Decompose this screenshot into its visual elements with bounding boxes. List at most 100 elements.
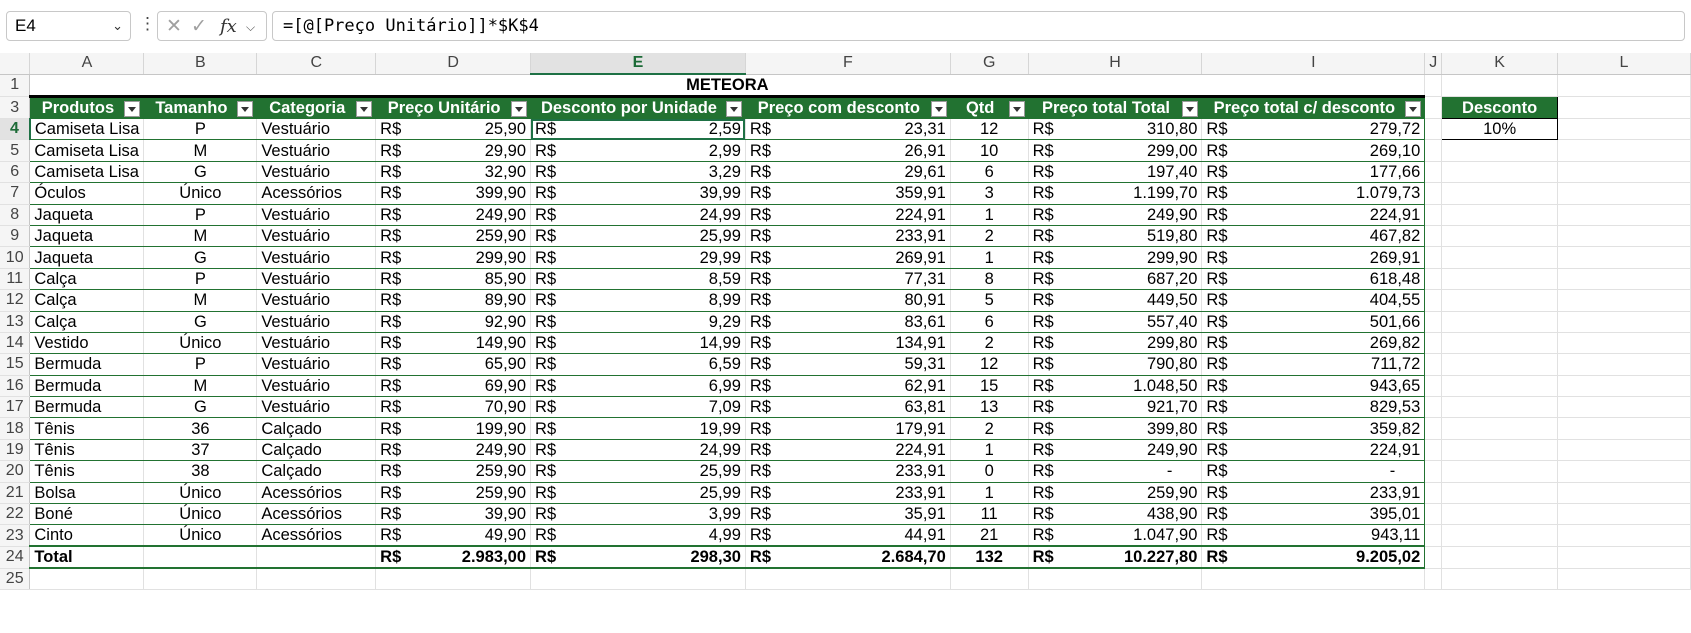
cell[interactable] [1557,268,1691,291]
cell[interactable] [1557,204,1691,226]
total-pt[interactable]: R$ 10.227,80 [1028,545,1203,570]
cell-size[interactable]: M [143,375,258,398]
cell-size[interactable]: 36 [143,417,258,440]
column-header-d[interactable]: D [375,53,532,75]
cell-pd[interactable]: R$ 134,91 [745,332,951,355]
cell[interactable] [1441,482,1558,505]
cell-pd[interactable]: R$ 269,91 [745,246,951,269]
check-icon[interactable]: ✓ [191,15,207,38]
cell[interactable] [950,568,1029,591]
cell-du[interactable]: R$ 24,99 [530,204,746,226]
cell[interactable] [1557,375,1691,398]
cell[interactable] [1557,460,1691,483]
column-header-j[interactable]: J [1424,53,1443,75]
cell-pd[interactable]: R$ 359,91 [745,182,951,205]
cell-pd[interactable]: R$ 59,31 [745,353,951,376]
cell-pt[interactable]: R$ 921,70 [1028,396,1203,419]
cell[interactable] [1424,74,1443,97]
cell-qty[interactable]: 10 [950,139,1029,162]
row-header[interactable]: 12 [0,289,31,312]
cell-size[interactable]: G [143,246,258,269]
cell[interactable] [1424,375,1443,398]
cell-du[interactable]: R$ 3,29 [530,161,746,184]
cell-product[interactable]: Jaqueta [29,204,145,226]
cell[interactable] [1424,396,1443,419]
cell-pt[interactable]: R$ 310,80 [1028,118,1203,141]
column-header-a[interactable]: A [29,53,145,75]
cell[interactable] [1557,182,1691,205]
cell-pu[interactable]: R$ 399,90 [375,182,532,205]
cell-size[interactable]: 38 [143,460,258,483]
cell[interactable] [1424,268,1443,291]
cell-pu[interactable]: R$ 259,90 [375,482,532,505]
cell-pt[interactable]: R$ 557,40 [1028,311,1203,333]
cell-qty[interactable]: 15 [950,375,1029,398]
cell[interactable] [1424,568,1443,591]
cell-product[interactable]: Cinto [29,524,145,547]
more-vertical-icon[interactable]: ⋮ [139,14,156,34]
cell-category[interactable]: Calçado [256,460,377,483]
cell[interactable] [1441,568,1558,591]
cell[interactable] [1441,353,1558,376]
cell-du[interactable]: R$ 25,99 [530,460,746,483]
cell-pu[interactable]: R$ 85,90 [375,268,532,291]
cell-qty[interactable]: 11 [950,503,1029,526]
cell[interactable] [1441,375,1558,398]
cell-ptd[interactable]: R$ 711,72 [1201,353,1426,376]
table-header[interactable]: Preço com desconto [745,96,951,119]
cell-pd[interactable]: R$ 179,91 [745,417,951,440]
cell-size[interactable]: P [143,118,258,141]
filter-dropdown-icon[interactable] [1182,101,1199,117]
cell-size[interactable]: M [143,289,258,312]
cell-pu[interactable]: R$ 92,90 [375,311,532,333]
cell[interactable] [1424,139,1443,162]
filter-dropdown-icon[interactable] [1008,101,1025,117]
cell-pt[interactable]: R$ 790,80 [1028,353,1203,376]
cell-category[interactable]: Acessórios [256,503,377,526]
cell-product[interactable]: Óculos [29,182,145,205]
cell[interactable] [1424,460,1443,483]
cell-category[interactable]: Acessórios [256,524,377,547]
cell-ptd[interactable]: R$ 224,91 [1201,204,1426,226]
total-du[interactable]: R$ 298,30 [530,545,746,570]
select-all-corner[interactable] [0,53,31,75]
chevron-down-icon[interactable]: ⌵ [246,20,255,35]
cell-qty[interactable]: 13 [950,396,1029,419]
cell-pu[interactable]: R$ 259,90 [375,225,532,248]
chevron-down-icon[interactable]: ⌄ [112,12,123,40]
cell-category[interactable]: Vestuário [256,289,377,312]
cell-ptd[interactable]: R$ 233,91 [1201,482,1426,505]
cell-du[interactable]: R$ 8,99 [530,289,746,312]
cell[interactable] [1441,289,1558,312]
row-header[interactable]: 25 [0,568,31,591]
cell-category[interactable]: Vestuário [256,139,377,162]
cell-pd[interactable]: R$ 44,91 [745,524,951,547]
cell[interactable] [375,568,532,591]
cell-ptd[interactable]: R$ 1.079,73 [1201,182,1426,205]
cell-qty[interactable]: 1 [950,439,1029,462]
cell-pd[interactable]: R$ 224,91 [745,439,951,462]
cell-category[interactable]: Vestuário [256,118,377,141]
cell[interactable] [1424,161,1443,184]
cell[interactable] [256,568,377,591]
filter-dropdown-icon[interactable] [1405,101,1422,117]
row-header[interactable]: 1 [0,74,31,97]
cell-pd[interactable]: R$ 83,61 [745,311,951,333]
total-pd[interactable]: R$ 2.684,70 [745,545,951,570]
cell[interactable] [1441,396,1558,419]
cell-pt[interactable]: R$ 197,40 [1028,161,1203,184]
cell-pd[interactable]: R$ 35,91 [745,503,951,526]
total-ptd[interactable]: R$ 9.205,02 [1201,545,1426,570]
row-header[interactable]: 16 [0,375,31,398]
table-header[interactable]: Categoria [256,96,377,119]
filter-dropdown-icon[interactable] [930,101,947,117]
cell-pt[interactable]: R$ 299,00 [1028,139,1203,162]
cell-qty[interactable]: 5 [950,289,1029,312]
cell-pt[interactable]: R$ 449,50 [1028,289,1203,312]
cell[interactable] [1424,311,1443,333]
table-header[interactable]: Preço Unitário [375,96,532,119]
cell-category[interactable]: Acessórios [256,482,377,505]
cell[interactable] [1424,118,1443,141]
cell-ptd[interactable]: R$ 501,66 [1201,311,1426,333]
cell-pu[interactable]: R$ 32,90 [375,161,532,184]
